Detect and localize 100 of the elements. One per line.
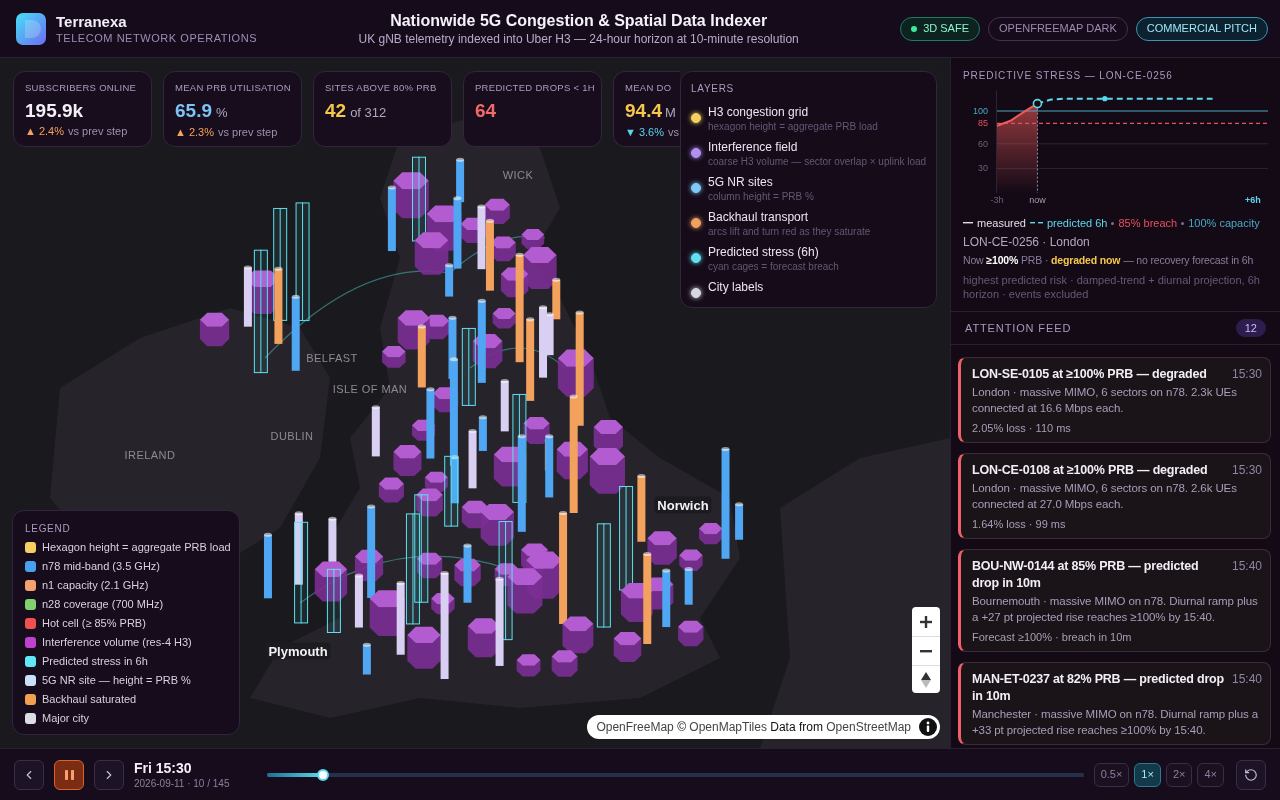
- legend-label: Predicted stress in 6h: [42, 654, 148, 670]
- pause-button[interactable]: [54, 759, 84, 790]
- hexagon-prism: [562, 616, 594, 654]
- site-label: LON-CE-0256 · London: [963, 234, 1091, 251]
- alert-description: London · massive MIMO, 6 sectors on n78. 2.6k UEs connected at 27.0 Mbps each.: [972, 481, 1238, 512]
- alert-card[interactable]: BOU-NW-0144 at 85% PRB — predicted drop in 10m 15:40 Bournemouth · massive MIMO on n78. Diurnal ramp plus a +27 pt projected rise reaches ≥100% by 15:40. Forecast ≥100% · breach in 10m: [958, 549, 1271, 652]
- hexagon-prism: [589, 448, 626, 494]
- page-title: Nationwide 5G Congestion & Spatial Data Indexer: [390, 11, 768, 31]
- kpi-label: PREDICTED DROPS < 1H: [475, 81, 595, 94]
- stress-note: highest predicted risk · damped-trend + diurnal projection, 6h horizon · events excluded: [963, 273, 1261, 301]
- panel-heading: PREDICTIVE STRESS — LON-CE-0256: [963, 69, 1173, 82]
- site-column: [243, 265, 252, 327]
- axis-tick-label: 30: [978, 163, 988, 174]
- attribution-link[interactable]: OpenFreeMap: [596, 720, 674, 734]
- kpi-change: ▲ 2.3%: [175, 124, 214, 139]
- hexagon-prism: [416, 552, 443, 579]
- alert-card[interactable]: LON-CE-0108 at ≥100% PRB — degraded 15:30 London · massive MIMO, 6 sectors on n78. 2.6k UEs connected at 27.0 Mbps each. 1.64% loss · 99 ms: [958, 453, 1271, 539]
- layer-name: Predicted stress (6h): [708, 244, 819, 260]
- axis-tick-label: 60: [978, 138, 988, 149]
- stress-status: Now ≥100% PRB · degraded now — no recovery forecast in 6h: [963, 253, 1255, 268]
- kpi-label: MEAN PRB UTILISATION: [175, 81, 291, 94]
- layer-name: City labels: [708, 279, 764, 295]
- layer-description: column height = PRB %: [708, 190, 814, 203]
- kpi-value: 65.9: [175, 100, 212, 122]
- legend-label: 5G NR site — height = PRB %: [42, 673, 191, 689]
- site-column: [354, 573, 363, 628]
- status-dot-icon: [911, 25, 918, 32]
- reset-icon: [1244, 767, 1258, 782]
- place-label: ISLE OF MAN: [332, 381, 408, 397]
- layer-description: arcs lift and turn red as they saturate: [708, 225, 871, 238]
- reset-button[interactable]: [1236, 759, 1266, 790]
- alert-metrics: Forecast ≥100% · breach in 10m: [972, 630, 1133, 645]
- hexagon-prism: [484, 198, 510, 224]
- attribution-link[interactable]: OpenMapTiles: [689, 720, 767, 734]
- mode-label: OPENFREEMAP DARK: [999, 21, 1117, 37]
- alert-time: 15:40: [1231, 671, 1262, 688]
- site-column: [463, 543, 472, 603]
- site-column: [417, 324, 426, 388]
- layer-name: Backhaul transport: [708, 209, 809, 225]
- axis-tick-label: 100: [972, 106, 988, 116]
- place-label: IRELAND: [124, 447, 176, 463]
- axis-tick-label: -3h: [990, 195, 1004, 205]
- hexagon-prism: [314, 561, 348, 602]
- hexagon-prism: [393, 444, 422, 476]
- alert-card[interactable]: MAN-ET-0237 at 82% PRB — predicted drop in 10m 15:40 Manchester · massive MIMO on n78. Diurnal ramp plus a +33 pt projected rise reaches ≥100% by 15:40.: [958, 662, 1271, 745]
- alert-description: London · massive MIMO, 6 sectors on n78. 2.3k UEs connected at 16.6 Mbps each.: [972, 385, 1238, 416]
- alert-metrics: 2.05% loss · 110 ms: [972, 421, 1072, 436]
- site-column: [500, 379, 509, 432]
- layer-name: 5G NR sites: [708, 174, 773, 190]
- hexagon-prism: [516, 654, 541, 677]
- timeline-thumb[interactable]: [317, 768, 330, 781]
- place-label: WICK: [502, 167, 534, 183]
- site-column: [362, 642, 371, 675]
- site-column: [662, 568, 671, 628]
- speed-button[interactable]: 0.5×: [1093, 762, 1130, 787]
- alert-description: Manchester · massive MIMO on n78. Diurnal ramp plus a +33 pt projected rise reaches ≥100% by 15:40.: [972, 707, 1260, 738]
- layer-description: hexagon height = aggregate PRB load: [708, 120, 878, 133]
- legend-label: Hexagon height = aggregate PRB load: [42, 540, 231, 556]
- attribution-link[interactable]: OpenStreetMap: [826, 720, 911, 734]
- chart-legend-label: 100% capacity: [1188, 216, 1260, 231]
- alert-title: MAN-ET-0237 at 82% PRB — predicted drop in 10m: [972, 671, 1225, 705]
- place-label: DUBLIN: [270, 428, 314, 444]
- feed-heading: ATTENTION FEED: [965, 320, 1072, 336]
- alert-metrics: 1.64% loss · 99 ms: [972, 517, 1067, 532]
- stress-cage: [326, 568, 341, 634]
- kpi-label: MEAN DO: [625, 81, 672, 94]
- axis-tick-label: 85: [978, 118, 988, 129]
- brand-name: Terranexa: [56, 12, 128, 31]
- hexagon-prism: [492, 307, 516, 329]
- hexagon-prism: [378, 477, 404, 503]
- hexagon-prism: [551, 650, 578, 677]
- site-column: [477, 204, 486, 270]
- alert-time: 15:40: [1231, 558, 1262, 575]
- alert-title: LON-SE-0105 at ≥100% PRB — degraded: [972, 366, 1207, 383]
- hexagon-prism: [407, 626, 441, 669]
- kpi-change: ▼ 3.6%: [625, 124, 664, 139]
- city-label: Norwich: [654, 496, 712, 514]
- legend-label: Backhaul saturated: [42, 692, 137, 708]
- logo-icon: [16, 12, 46, 45]
- panel-heading: LAYERS: [691, 82, 734, 95]
- kpi-unit: %: [216, 104, 228, 122]
- layer-description: cyan cages = forecast breach: [708, 260, 839, 273]
- chart-legend-label: 85% breach: [1118, 216, 1178, 231]
- alert-card[interactable]: LON-SE-0105 at ≥100% PRB — degraded 15:30 London · massive MIMO, 6 sectors on n78. 2.3k UEs connected at 16.6 Mbps each. 2.05% loss · 110 ms: [958, 357, 1271, 443]
- speed-button[interactable]: 2×: [1165, 762, 1193, 787]
- hexagon-prism: [199, 312, 230, 347]
- alert-description: Bournemouth · massive MIMO on n78. Diurnal ramp plus a +27 pt projected rise reaches ≥100% by 15:40.: [972, 594, 1259, 625]
- legend-label: n1 capacity (2.1 GHz): [42, 578, 149, 594]
- minus-icon: [920, 649, 932, 653]
- info-icon[interactable]: [919, 718, 937, 736]
- site-column: [263, 532, 272, 599]
- speed-button[interactable]: 4×: [1197, 762, 1224, 787]
- site-column: [552, 277, 561, 320]
- layer-name: H3 congestion grid: [708, 104, 809, 120]
- place-label: BELFAST: [306, 350, 358, 366]
- legend-label: n78 mid-band (3.5 GHz): [42, 559, 160, 575]
- alert-time: 15:30: [1231, 366, 1262, 383]
- chart-legend-label: predicted 6h: [1046, 216, 1108, 231]
- site-column: [684, 567, 693, 605]
- speed-button[interactable]: 1×: [1134, 762, 1161, 787]
